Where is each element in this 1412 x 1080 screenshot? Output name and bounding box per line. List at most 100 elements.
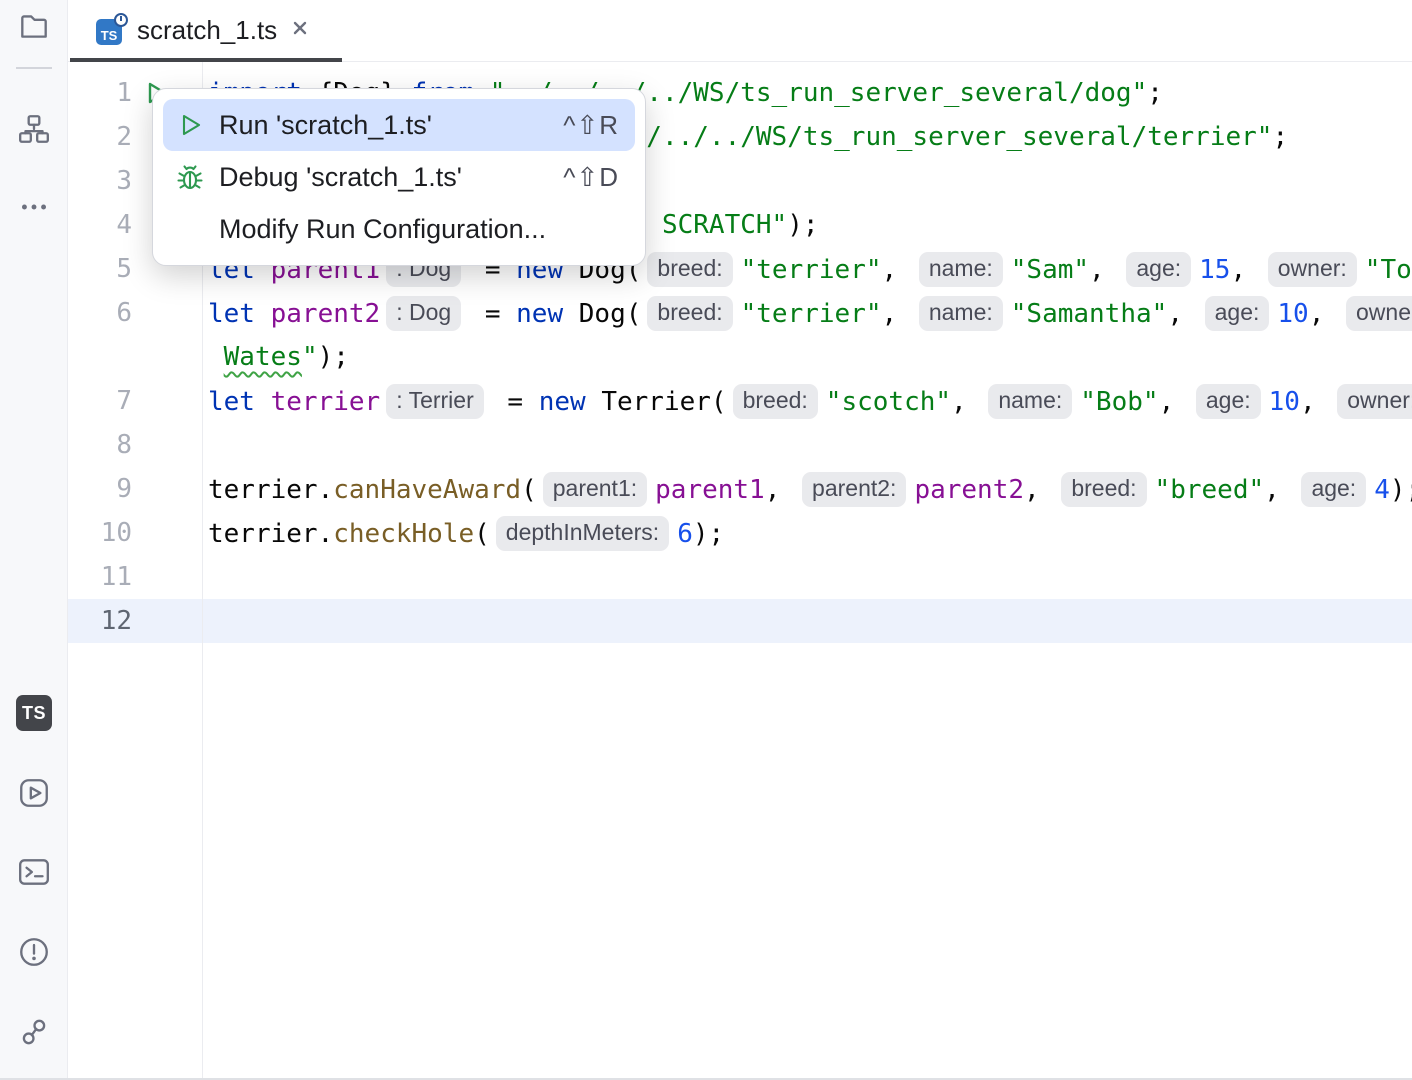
code-token: , — [1300, 387, 1331, 417]
tab-scratch-1-ts[interactable]: TS scratch_1.ts — [78, 0, 328, 61]
code-line[interactable]: 6let parent2: Dog = new Dog(breed:"terri… — [68, 291, 1412, 335]
code-token: 10 — [1269, 387, 1300, 417]
inlay-hint[interactable]: parent1: — [543, 472, 647, 507]
active-tab-indicator — [70, 58, 342, 62]
structure-icon — [17, 112, 51, 151]
tab-title: scratch_1.ts — [137, 15, 277, 46]
folder-icon — [17, 9, 51, 48]
typescript-tool-button[interactable]: TS — [10, 689, 58, 737]
inlay-hint[interactable]: age: — [1126, 252, 1191, 287]
inlay-hint[interactable]: breed: — [647, 252, 732, 287]
line-number: 1 — [68, 78, 132, 108]
inlay-hint[interactable]: age: — [1196, 384, 1261, 419]
code-token: let — [208, 299, 255, 329]
shortcut-hint: ^⇧R — [563, 110, 619, 141]
code-token: parent1 — [655, 475, 765, 505]
code-line[interactable]: 7 let terrier: Terrier = new Terrier(bree… — [68, 379, 1412, 423]
code-token: "terrier" — [741, 255, 882, 285]
menu-item-modify-run-configuration[interactable]: Modify Run Configuration... — [163, 203, 635, 255]
code-token: 15 — [1199, 255, 1230, 285]
line-number: 4 — [68, 210, 132, 240]
inlay-hint[interactable]: owner: — [1337, 384, 1412, 419]
code-token: = — [469, 299, 516, 329]
code-text: let terrier: Terrier = new Terrier(breed… — [208, 384, 1412, 419]
inlay-hint[interactable]: owner: — [1268, 252, 1357, 287]
activity-bar: TS — [0, 0, 68, 1080]
version-control-tool-button[interactable] — [10, 1010, 58, 1058]
code-token — [255, 387, 271, 417]
code-token: new — [516, 299, 563, 329]
line-number: 10 — [68, 518, 132, 548]
code-token: , — [1309, 299, 1340, 329]
run-context-menu: Run 'scratch_1.ts' ^⇧R Debug 'scratch_1.… — [152, 88, 646, 266]
inlay-hint[interactable]: : Dog — [386, 296, 461, 331]
code-token: terrier — [271, 387, 381, 417]
terminal-tool-button[interactable] — [10, 850, 58, 898]
code-token: "Tom — [1365, 255, 1412, 285]
debug-icon — [175, 162, 205, 192]
code-token: Terrier( — [586, 387, 727, 417]
inlay-hint[interactable]: : Terrier — [386, 384, 484, 419]
menu-item-debug[interactable]: Debug 'scratch_1.ts' ^⇧D — [163, 151, 635, 203]
inlay-hint[interactable]: breed: — [647, 296, 732, 331]
code-token: canHaveAward — [333, 475, 521, 505]
code-token: , — [1230, 255, 1261, 285]
code-token: 10 — [1277, 299, 1308, 329]
code-line[interactable]: 8 — [68, 423, 1412, 467]
code-line[interactable]: 9terrier.canHaveAward(parent1:parent1, p… — [68, 467, 1412, 511]
inlay-hint[interactable]: breed: — [1061, 472, 1146, 507]
inlay-hint[interactable]: parent2: — [802, 472, 906, 507]
code-token: ; — [1147, 78, 1163, 108]
inlay-hint[interactable]: name: — [919, 296, 1003, 331]
problems-icon — [17, 935, 51, 974]
run-tool-button[interactable] — [10, 771, 58, 819]
code-token: , — [882, 299, 913, 329]
code-token: ; — [1272, 122, 1288, 152]
code-line-current[interactable]: 12 — [68, 599, 1412, 643]
code-token — [255, 299, 271, 329]
inlay-hint[interactable]: breed: — [733, 384, 818, 419]
code-token — [208, 342, 224, 372]
code-line[interactable]: Wates"); — [68, 335, 1412, 379]
activity-bar-separator — [16, 67, 52, 69]
code-token: terrier. — [208, 519, 333, 549]
code-token: ); — [318, 342, 349, 372]
code-token: , — [951, 387, 982, 417]
empty-icon-slot — [175, 214, 205, 244]
code-token: terrier. — [208, 475, 333, 505]
line-number: 6 — [68, 298, 132, 328]
inlay-hint[interactable]: name: — [988, 384, 1072, 419]
code-token: "Samantha" — [1011, 299, 1168, 329]
line-number: 2 — [68, 122, 132, 152]
code-token: , — [1167, 299, 1198, 329]
menu-item-run[interactable]: Run 'scratch_1.ts' ^⇧R — [163, 99, 635, 151]
code-line[interactable]: 10 terrier.checkHole(depthInMeters:6); — [68, 511, 1412, 555]
run-icon — [175, 110, 205, 140]
code-token: ( — [474, 519, 490, 549]
code-token: , — [882, 255, 913, 285]
code-text: terrier.canHaveAward(parent1:parent1, pa… — [208, 472, 1412, 507]
line-number: 11 — [68, 562, 132, 592]
code-token: , — [1024, 475, 1055, 505]
project-tool-button[interactable] — [10, 4, 58, 52]
line-number: 3 — [68, 166, 132, 196]
more-tools-button[interactable] — [10, 185, 58, 233]
inlay-hint[interactable]: age: — [1205, 296, 1270, 331]
line-number: 12 — [68, 606, 132, 636]
problems-tool-button[interactable] — [10, 930, 58, 978]
inlay-hint[interactable]: depthInMeters: — [496, 516, 669, 551]
code-token: "Bob" — [1080, 387, 1158, 417]
inlay-hint[interactable]: age: — [1301, 472, 1366, 507]
code-line[interactable]: 11 — [68, 555, 1412, 599]
line-number: 7 — [68, 386, 132, 416]
code-text: terrier.checkHole(depthInMeters:6); — [208, 516, 724, 551]
code-token: "terrier" — [741, 299, 882, 329]
shortcut-hint: ^⇧D — [563, 162, 619, 193]
code-token: , — [1159, 387, 1190, 417]
inlay-hint[interactable]: name: — [919, 252, 1003, 287]
structure-tool-button[interactable] — [10, 107, 58, 155]
inlay-hint[interactable]: owner: — [1346, 296, 1412, 331]
code-token: ); — [693, 519, 724, 549]
run-window-icon — [17, 776, 51, 815]
close-tab-icon[interactable] — [290, 18, 310, 43]
